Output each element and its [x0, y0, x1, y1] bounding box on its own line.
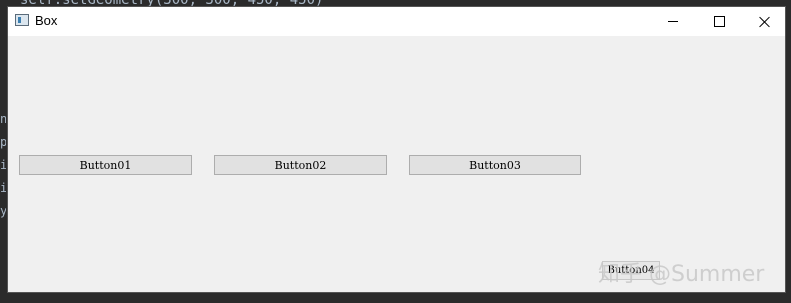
- minimize-icon: [668, 21, 678, 22]
- maximize-icon: [713, 16, 725, 27]
- close-button[interactable]: [742, 7, 788, 36]
- gutter-char: i: [0, 181, 6, 195]
- app-icon: [15, 14, 29, 26]
- button-01[interactable]: Button01: [19, 155, 192, 175]
- close-icon: [759, 16, 771, 28]
- app-window: Box Button01 Button02 Button03 Button04: [7, 6, 786, 293]
- gutter-char: i: [0, 158, 6, 172]
- title-bar[interactable]: Box: [8, 7, 785, 36]
- minimize-button[interactable]: [650, 7, 696, 36]
- button-04[interactable]: Button04: [602, 261, 660, 280]
- gutter-char: y: [0, 204, 6, 218]
- gutter-char: n: [0, 112, 6, 126]
- window-title: Box: [35, 13, 58, 28]
- button-02[interactable]: Button02: [214, 155, 387, 175]
- button-03[interactable]: Button03: [409, 155, 581, 175]
- maximize-button[interactable]: [696, 7, 742, 36]
- gutter-char: p: [0, 135, 6, 149]
- editor-gutter-text: n p i i y: [0, 108, 6, 223]
